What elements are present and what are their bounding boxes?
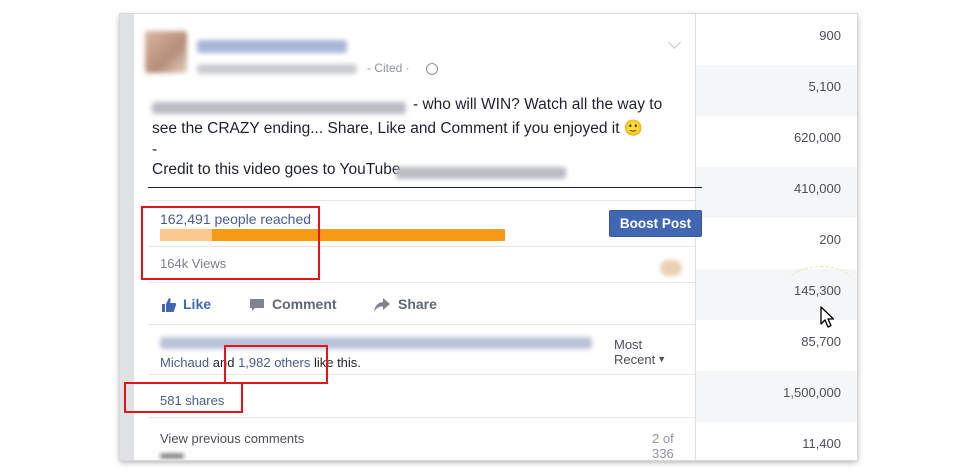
stats-row: 200 — [695, 218, 857, 269]
people-reached-link[interactable]: 162,491 people reached — [160, 211, 311, 227]
left-panel-edge — [120, 14, 134, 460]
chevron-down-icon[interactable] — [668, 36, 681, 49]
divider — [148, 282, 695, 283]
shares-count-link[interactable]: 581 shares — [160, 393, 224, 408]
comment-blurred — [160, 454, 184, 458]
caret-down-icon: ▼ — [657, 354, 667, 364]
like-label: Like — [183, 296, 212, 312]
mouse-cursor-icon — [820, 306, 835, 328]
divider — [148, 200, 695, 201]
reach-bar-organic — [160, 229, 212, 241]
sparkle-decoration — [786, 266, 856, 307]
post-text-line: - — [152, 141, 158, 158]
stats-row: 900 — [695, 14, 857, 65]
avatar[interactable] — [145, 31, 187, 73]
reaction-selector-blurred[interactable] — [660, 260, 682, 276]
stats-row: 1,500,000 — [695, 371, 857, 422]
post-text-blurred — [396, 167, 566, 179]
reach-bar — [160, 229, 505, 241]
stats-row: 620,000 — [695, 116, 857, 167]
divider — [148, 417, 695, 418]
post-meta: - Cited · — [367, 61, 410, 75]
share-arrow-icon — [374, 298, 390, 312]
screenshot-frame: 900 5,100 620,000 410,000 200 145,300 85… — [120, 14, 857, 460]
thumbs-up-icon — [162, 298, 177, 312]
stats-row: 11,400 — [695, 422, 857, 460]
likes-summary: Michaud and 1,982 others like this. — [160, 355, 361, 370]
view-previous-comments-link[interactable]: View previous comments — [160, 431, 304, 446]
post-text-blurred — [152, 102, 406, 114]
stats-row: 410,000 — [695, 167, 857, 218]
comment-label: Comment — [272, 296, 337, 312]
sort-dropdown[interactable]: Most Recent ▼ — [614, 337, 695, 367]
stats-row: 5,100 — [695, 65, 857, 116]
liker-name-link[interactable]: Michaud — [160, 355, 209, 370]
post-text-line: Credit to this video goes to YouTube — [152, 161, 401, 178]
divider — [148, 324, 695, 325]
comment-count: 2 of 336 — [652, 431, 674, 460]
divider — [148, 187, 702, 188]
liker-names-blurred[interactable] — [160, 337, 592, 349]
boost-post-button[interactable]: Boost Post — [609, 210, 702, 237]
author-name-blurred[interactable] — [197, 40, 347, 53]
comment-icon — [250, 299, 264, 311]
globe-icon[interactable] — [426, 63, 438, 75]
post-text-line: see the CRAZY ending... Share, Like and … — [152, 120, 644, 137]
likes-and-text: and — [209, 355, 239, 370]
stats-value: 11,400 — [802, 436, 841, 451]
others-like-link[interactable]: 1,982 others — [238, 355, 310, 370]
stats-value: 900 — [819, 28, 841, 43]
post-text-line: - who will WIN? Watch all the way to — [413, 96, 663, 113]
stats-value: 1,500,000 — [783, 385, 841, 400]
stats-value: 620,000 — [794, 130, 841, 145]
post-meta-blurred — [197, 64, 357, 74]
stats-value: 85,700 — [801, 334, 841, 349]
views-count[interactable]: 164k Views — [160, 256, 226, 271]
stats-column: 900 5,100 620,000 410,000 200 145,300 85… — [695, 14, 857, 460]
sort-dropdown-label: Most Recent — [614, 337, 656, 367]
stats-value: 5,100 — [808, 79, 841, 94]
stats-value: 410,000 — [794, 181, 841, 196]
facebook-post: - Cited · - who will WIN? Watch all the … — [134, 14, 702, 460]
divider — [148, 374, 695, 375]
likes-suffix-text: like this. — [310, 355, 361, 370]
stats-value: 200 — [819, 232, 841, 247]
share-label: Share — [398, 296, 437, 312]
divider — [148, 246, 695, 247]
